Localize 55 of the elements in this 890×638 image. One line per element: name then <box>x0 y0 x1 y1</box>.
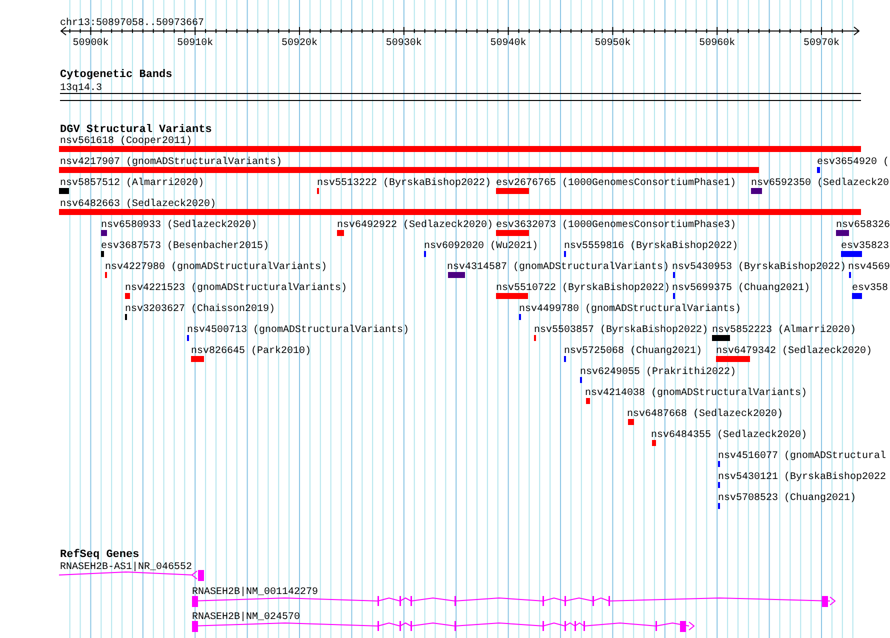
variant-label: esv3632073 (1000GenomesConsortiumPhase3) <box>496 220 736 231</box>
variant-label: esv35823 <box>841 241 890 252</box>
variant-label: nsv4516077 (gnomADStructural <box>718 451 886 462</box>
position-label: chr13:50897058..50973667 <box>60 18 204 29</box>
track-title: RefSeq Genes <box>60 549 140 561</box>
variant-label: nsv6487668 (Sedlazeck2020) <box>627 409 784 420</box>
variant-label: nsv4569 <box>848 262 890 273</box>
variant-label: nsv5510722 (ByrskaBishop2022) <box>496 283 670 294</box>
variant-label: nsv4499780 (gnomADStructuralVariants) <box>519 304 742 315</box>
track-title: DGV Structural Variants <box>60 124 212 136</box>
tick-label: 50940k <box>490 38 526 49</box>
variant-label: nsv6092020 (Wu2021) <box>424 241 538 252</box>
variant-label: nsv5699375 (Chuang2021) <box>672 283 810 294</box>
track-title: Cytogenetic Bands <box>60 69 172 81</box>
variant-label: nsv6492922 (Sedlazeck2020) <box>337 220 494 231</box>
variant-label: nsv6592350 (Sedlazeck20 <box>751 178 890 189</box>
variant-label: nsv5708523 (Chuang2021) <box>718 493 856 504</box>
variant-label: nsv5503857 (ByrskaBishop2022) <box>534 325 708 336</box>
variant-label: esv358 <box>852 283 888 294</box>
variant-label: nsv5430953 (ByrskaBishop2022) <box>672 262 846 273</box>
variant-label: nsv5559816 (ByrskaBishop2022) <box>564 241 738 252</box>
variant-label: nsv4500713 (gnomADStructuralVariants) <box>187 325 410 336</box>
variant-label: nsv826645 (Park2010) <box>191 346 312 357</box>
gene-label: RNASEH2B|NM_024570 <box>192 612 300 623</box>
variant-label: esv3687573 (Besenbacher2015) <box>101 241 270 252</box>
variant-label: nsv5725068 (Chuang2021) <box>564 346 702 357</box>
gene-label: RNASEH2B-AS1|NR_046552 <box>60 562 192 573</box>
variant-label: nsv6482663 (Sedlazeck2020) <box>60 199 216 210</box>
variant-label: nsv4227980 (gnomADStructuralVariants) <box>105 262 328 273</box>
tick-label: 50910k <box>177 38 214 49</box>
tick-label: 50970k <box>804 38 840 49</box>
tick-label: 50930k <box>386 38 422 49</box>
variant-label: nsv5430121 (ByrskaBishop2022 <box>718 472 886 483</box>
variant-label: nsv5513222 (ByrskaBishop2022) <box>317 178 492 189</box>
variant-label: nsv4221523 (gnomADStructuralVariants) <box>125 283 348 294</box>
gene-label: RNASEH2B|NM_001142279 <box>192 587 318 598</box>
tick-label: 50920k <box>282 38 318 49</box>
variant-label: esv3654920 ( <box>817 157 890 168</box>
variant-label: nsv561618 (Cooper2011) <box>60 136 192 147</box>
variant-label: nsv4314587 (gnomADStructuralVariants) <box>447 262 670 273</box>
variant-label: nsv4214038 (gnomADStructuralVariants) <box>585 388 808 399</box>
tick-label: 50950k <box>594 38 631 49</box>
variant-label: nsv5857512 (Almarri2020) <box>60 178 204 189</box>
tick-label: 50960k <box>699 38 736 49</box>
variant-label: nsv658326 <box>836 220 890 231</box>
variant-label: nsv6479342 (Sedlazeck2020) <box>716 346 872 357</box>
variant-label: nsv5852223 (Almarri2020) <box>712 325 856 336</box>
variant-label: nsv6249055 (Prakrithi2022) <box>580 367 736 378</box>
variant-label: nsv6580933 (Sedlazeck2020) <box>101 220 258 231</box>
band-label: 13q14.3 <box>60 83 102 94</box>
variant-label: esv2676765 (1000GenomesConsortiumPhase1) <box>496 178 736 189</box>
variant-label: nsv6484355 (Sedlazeck2020) <box>651 430 808 441</box>
variant-label: nsv3203627 (Chaisson2019) <box>125 304 276 315</box>
tick-label: 50900k <box>72 38 109 49</box>
variant-label: nsv4217907 (gnomADStructuralVariants) <box>60 157 282 168</box>
